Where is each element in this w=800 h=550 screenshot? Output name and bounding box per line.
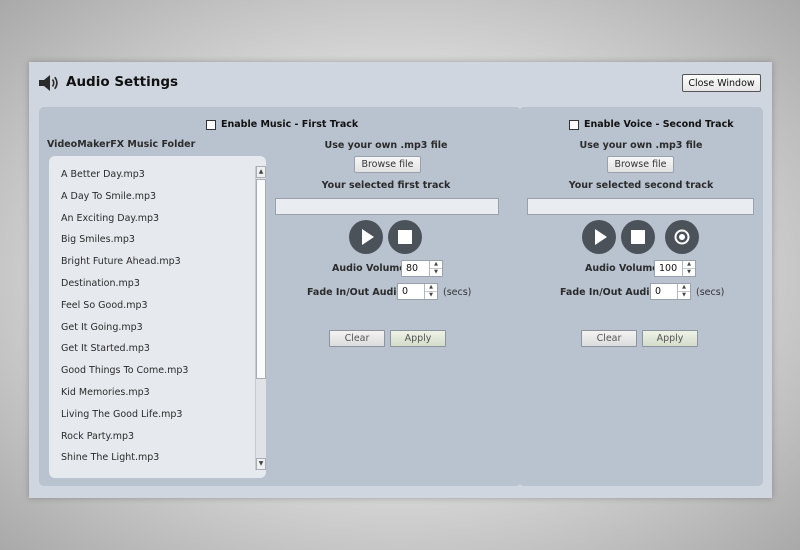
music-volume-value[interactable]: 80: [402, 261, 429, 276]
music-selected-label: Your selected first track: [321, 180, 451, 191]
music-fade-label: Fade In/Out Audio: [307, 287, 404, 298]
voice-stop-button[interactable]: [621, 220, 655, 254]
music-track-list: A Better Day.mp3 A Day To Smile.mp3 An Exc…: [49, 156, 266, 478]
music-volume-stepper[interactable]: 80 ▲ ▼: [401, 260, 443, 277]
voice-volume-value[interactable]: 100: [655, 261, 682, 276]
track-list-item[interactable]: Big Smiles.mp3: [61, 234, 135, 245]
close-window-button[interactable]: Close Window: [682, 74, 761, 92]
track-list-scrollbar[interactable]: ▲ ▼: [255, 166, 266, 470]
spin-down-icon[interactable]: ▼: [430, 269, 442, 276]
play-icon: [595, 229, 607, 245]
voice-fade-unit: (secs): [696, 287, 725, 298]
enable-voice-checkbox[interactable]: [569, 119, 579, 130]
spin-up-icon[interactable]: ▲: [425, 284, 437, 292]
voice-apply-button[interactable]: Apply: [642, 330, 698, 347]
track-list-item[interactable]: Feel So Good.mp3: [61, 300, 148, 311]
music-fade-stepper[interactable]: 0 ▲ ▼: [397, 283, 438, 300]
music-clear-button[interactable]: Clear: [329, 330, 385, 347]
music-browse-button[interactable]: Browse file: [354, 156, 421, 173]
track-list-item[interactable]: Kid Memories.mp3: [61, 387, 150, 398]
spin-down-icon[interactable]: ▼: [678, 292, 690, 299]
enable-voice-label: Enable Voice - Second Track: [584, 119, 734, 130]
record-icon: [674, 229, 690, 245]
music-play-button[interactable]: [349, 220, 383, 254]
stop-icon: [631, 230, 645, 244]
track-list-item[interactable]: Living The Good Life.mp3: [61, 409, 182, 420]
track-list-item[interactable]: Get It Started.mp3: [61, 343, 150, 354]
music-apply-button[interactable]: Apply: [390, 330, 446, 347]
track-list-item[interactable]: Get It Going.mp3: [61, 322, 143, 333]
audio-settings-dialog: Audio Settings Close Window Enable Music…: [29, 62, 772, 498]
scroll-down-arrow[interactable]: ▼: [256, 458, 266, 470]
voice-clear-button[interactable]: Clear: [581, 330, 637, 347]
voice-volume-label: Audio Volume: [585, 263, 659, 274]
voice-selected-track-field[interactable]: [527, 198, 754, 215]
track-list-item[interactable]: An Exciting Day.mp3: [61, 213, 159, 224]
voice-play-button[interactable]: [582, 220, 616, 254]
enable-music-row[interactable]: Enable Music - First Track: [206, 119, 358, 130]
track-list-item[interactable]: Shine The Light.mp3: [61, 452, 159, 463]
scroll-thumb[interactable]: [256, 179, 266, 379]
music-stop-button[interactable]: [388, 220, 422, 254]
voice-fade-label: Fade In/Out Audio: [560, 287, 657, 298]
track-list-item[interactable]: A Day To Smile.mp3: [61, 191, 156, 202]
dialog-title: Audio Settings: [66, 74, 179, 90]
music-fade-value[interactable]: 0: [398, 284, 424, 299]
voice-own-file-label: Use your own .mp3 file: [579, 140, 703, 151]
voice-panel: Enable Voice - Second Track Use your own…: [519, 107, 763, 486]
track-list-item[interactable]: Rock Party.mp3: [61, 431, 134, 442]
music-folder-label: VideoMakerFX Music Folder: [47, 139, 196, 150]
enable-voice-row[interactable]: Enable Voice - Second Track: [569, 119, 734, 130]
speaker-icon: [39, 75, 58, 91]
track-list-item[interactable]: Destination.mp3: [61, 278, 140, 289]
play-icon: [362, 229, 374, 245]
spin-down-icon[interactable]: ▼: [683, 269, 695, 276]
enable-music-label: Enable Music - First Track: [221, 119, 359, 130]
music-panel: Enable Music - First Track VideoMakerFX …: [39, 107, 521, 486]
music-own-file-label: Use your own .mp3 file: [324, 140, 448, 151]
voice-record-button[interactable]: [665, 220, 699, 254]
spin-up-icon[interactable]: ▲: [678, 284, 690, 292]
voice-fade-value[interactable]: 0: [651, 284, 677, 299]
spin-down-icon[interactable]: ▼: [425, 292, 437, 299]
music-fade-unit: (secs): [443, 287, 472, 298]
track-list-item[interactable]: A Better Day.mp3: [61, 169, 145, 180]
track-list-item[interactable]: Good Things To Come.mp3: [61, 365, 188, 376]
voice-browse-button[interactable]: Browse file: [607, 156, 674, 173]
spin-up-icon[interactable]: ▲: [683, 261, 695, 269]
spin-up-icon[interactable]: ▲: [430, 261, 442, 269]
voice-selected-label: Your selected second track: [568, 180, 714, 191]
dialog-header: Audio Settings Close Window: [29, 62, 772, 104]
voice-fade-stepper[interactable]: 0 ▲ ▼: [650, 283, 691, 300]
track-list-item[interactable]: Bright Future Ahead.mp3: [61, 256, 181, 267]
music-volume-label: Audio Volume: [332, 263, 406, 274]
scroll-up-arrow[interactable]: ▲: [256, 166, 266, 178]
stop-icon: [398, 230, 412, 244]
music-selected-track-field[interactable]: [275, 198, 499, 215]
enable-music-checkbox[interactable]: [206, 119, 216, 130]
voice-volume-stepper[interactable]: 100 ▲ ▼: [654, 260, 696, 277]
